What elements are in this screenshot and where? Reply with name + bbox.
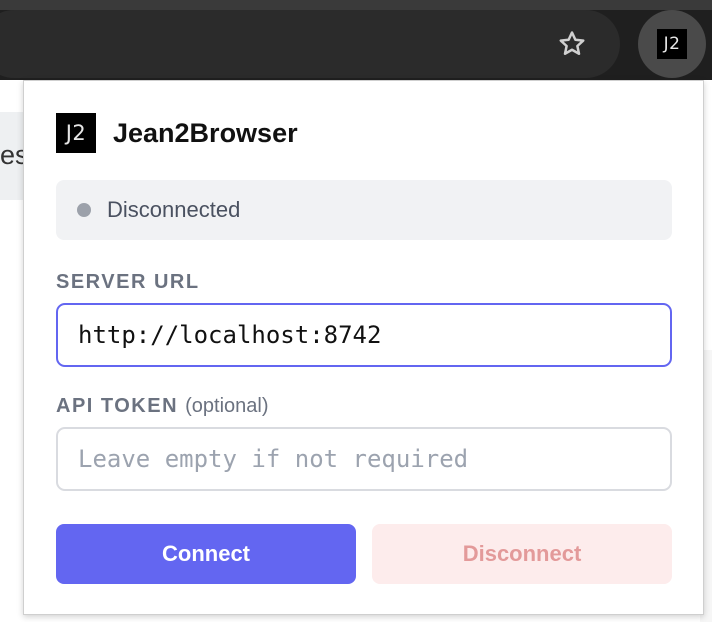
- app-logo-icon: J2: [56, 113, 96, 153]
- extension-logo-icon: J2: [657, 29, 687, 59]
- extension-button[interactable]: J2: [638, 10, 706, 78]
- server-url-input[interactable]: [56, 303, 672, 367]
- connection-status: Disconnected: [56, 180, 672, 240]
- api-token-optional-note: (optional): [185, 395, 269, 417]
- app-title: Jean2Browser: [113, 117, 298, 148]
- bookmark-star-button[interactable]: [552, 24, 592, 64]
- browser-toolbar: J2: [0, 0, 712, 80]
- connect-button[interactable]: Connect: [56, 524, 356, 584]
- disconnect-button[interactable]: Disconnect: [372, 524, 672, 584]
- extension-popup: J2 Jean2Browser Disconnected SERVER URL …: [23, 80, 704, 615]
- server-url-label-text: SERVER URL: [56, 271, 200, 293]
- status-dot-icon: [77, 203, 91, 217]
- api-token-label: API TOKEN (optional): [56, 395, 269, 418]
- api-token-label-text: API TOKEN: [56, 395, 179, 417]
- api-token-input[interactable]: [56, 427, 672, 491]
- status-text: Disconnected: [107, 197, 241, 222]
- server-url-label: SERVER URL: [56, 271, 200, 294]
- star-icon: [559, 31, 585, 55]
- page-left-text: es: [0, 140, 24, 170]
- tab-strip: [0, 0, 712, 10]
- popup-header: J2 Jean2Browser: [56, 113, 298, 153]
- address-bar[interactable]: [0, 10, 620, 78]
